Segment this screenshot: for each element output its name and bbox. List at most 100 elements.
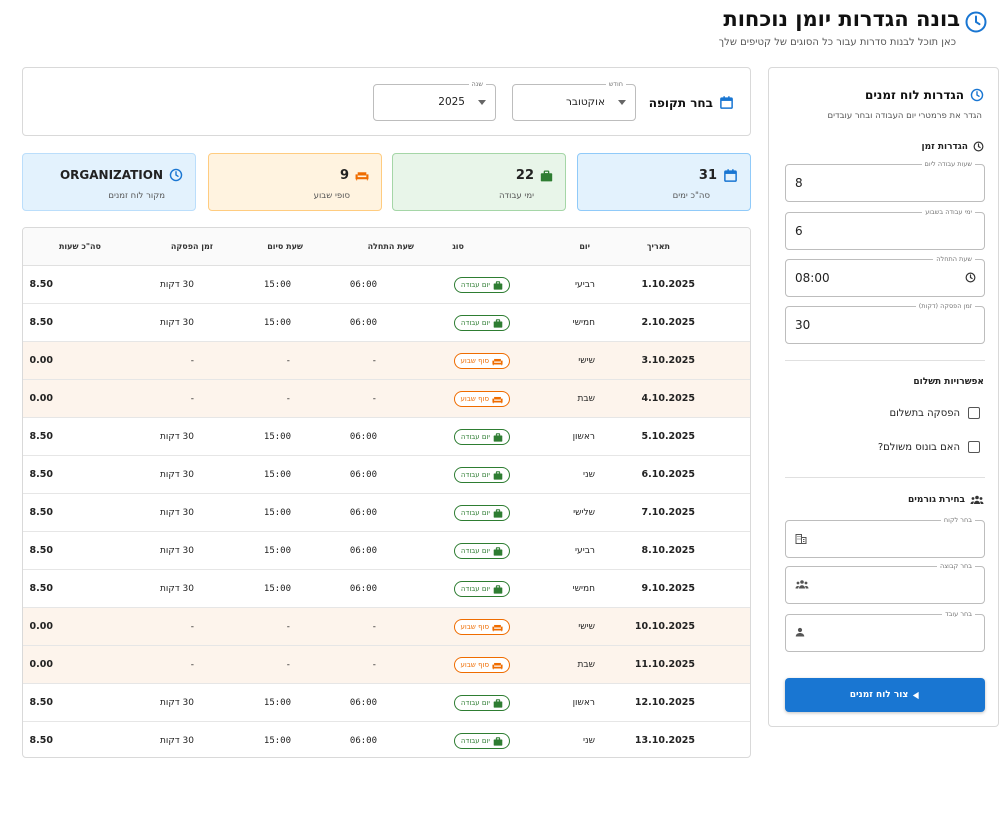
row-date: 13.10.2025 <box>634 735 695 746</box>
create-schedule-button[interactable]: צור לוח זמנים <box>785 678 985 712</box>
row-total-hours: 8.50 <box>29 317 53 328</box>
group-select[interactable]: בחר קבוצה <box>785 562 985 604</box>
day-type-chip: יום עבודה <box>453 429 510 445</box>
row-date: 7.10.2025 <box>641 507 696 518</box>
row-break: 30 דקות <box>160 280 194 290</box>
day-type-label: יום עבודה <box>460 737 490 745</box>
row-start-time: 06:00 <box>349 584 377 594</box>
schedule-source-label: מקור לוח זמנים <box>108 191 165 201</box>
month-value[interactable]: אוקטובר <box>566 96 605 108</box>
paid-break-checkbox-row[interactable]: הפסקה בתשלום <box>889 407 980 419</box>
business-icon <box>795 533 807 544</box>
row-break: 30 דקות <box>160 318 194 328</box>
row-total-hours: 0.00 <box>29 621 53 632</box>
table-row: 2.10.2025 חמישי יום עבודה 06:00 15:00 30 דקות… <box>23 304 750 342</box>
field-label: זמן הפסקה (דקות) <box>915 302 975 311</box>
briefcase-icon <box>493 546 503 556</box>
work-days-field[interactable]: ימי עבודה בשבוע 6 <box>785 208 985 250</box>
row-total-hours: 8.50 <box>29 697 53 708</box>
row-start-time: 06:00 <box>349 546 377 556</box>
row-break: - <box>190 622 194 632</box>
field-value[interactable]: 6 <box>795 224 803 238</box>
weekends-label: סופי שבוע <box>313 191 350 201</box>
row-start-time: 06:00 <box>349 736 377 746</box>
checkbox-label[interactable]: הפסקה בתשלום <box>889 408 960 419</box>
row-total-hours: 0.00 <box>29 659 53 670</box>
field-label: בחר קבוצה <box>937 562 975 571</box>
row-break: - <box>190 394 194 404</box>
field-value[interactable]: 08:00 <box>795 271 830 285</box>
bonus-paid-checkbox[interactable] <box>968 441 980 453</box>
bonus-paid-checkbox-row[interactable]: האם בונוס משולם? <box>878 441 980 453</box>
row-total-hours: 8.50 <box>29 545 53 556</box>
row-day: שלישי <box>573 508 595 518</box>
settings-subtitle: הגדר את פרמטרי יום העבודה ובחר עובדים <box>827 111 982 121</box>
row-day: שבת <box>577 660 596 670</box>
row-day: ראשון <box>572 698 595 708</box>
day-type-chip: יום עבודה <box>453 505 510 521</box>
month-select[interactable]: חודש אוקטובר <box>512 80 636 121</box>
weekends-card: 9 סופי שבוע <box>208 153 382 211</box>
row-end-time: 15:00 <box>263 584 291 594</box>
row-break: - <box>190 356 194 366</box>
page-subtitle: כאן תוכל לבנות סדרות עבור כל הסוגים של ק… <box>718 37 956 48</box>
table-row: 1.10.2025 רביעי יום עבודה 06:00 15:00 30 דקות… <box>23 266 750 304</box>
employee-select[interactable]: בחר עובד <box>785 610 985 652</box>
field-label: ימי עבודה בשבוע <box>922 208 975 217</box>
table-row: 13.10.2025 שני יום עבודה 06:00 15:00 30 דקות 8… <box>23 722 750 757</box>
day-type-chip: סוף שבוע <box>453 657 510 673</box>
dropdown-arrow-icon[interactable] <box>618 100 626 105</box>
row-start-time: - <box>371 622 377 632</box>
field-label: בחר עובד <box>942 610 975 619</box>
row-day: שני <box>583 736 595 746</box>
work-days-label: ימי עבודה <box>498 191 534 201</box>
schedule-source-value: ORGANIZATION <box>59 168 163 182</box>
row-date: 8.10.2025 <box>641 545 696 556</box>
settings-panel: הגדרות לוח זמנים הגדר את פרמטרי יום העבו… <box>768 67 999 727</box>
header-date: תאריך <box>646 242 670 251</box>
client-select[interactable]: בחר לקוח <box>785 516 985 558</box>
header-end: שעת סיום <box>267 242 303 251</box>
row-end-time: 15:00 <box>263 470 291 480</box>
row-day: שני <box>583 470 595 480</box>
divider <box>785 360 985 361</box>
year-select[interactable]: שנה 2025 <box>373 80 496 121</box>
clock-icon <box>964 10 988 34</box>
row-end-time: 15:00 <box>263 318 291 328</box>
dropdown-arrow-icon[interactable] <box>478 100 486 105</box>
row-total-hours: 8.50 <box>29 279 53 290</box>
row-date: 5.10.2025 <box>641 431 696 442</box>
attendance-table: תאריך יום סוג שעת התחלה שעת סיום זמן הפס… <box>22 227 751 758</box>
work-hours-field[interactable]: שעות עבודה ליום 8 <box>785 160 985 202</box>
day-type-chip: יום עבודה <box>453 733 510 749</box>
header-total: סה"כ שעות <box>58 242 101 251</box>
page-header: בונה הגדרות יומן נוכחות כאן תוכל לבנות ס… <box>588 4 988 48</box>
day-type-chip: יום עבודה <box>453 315 510 331</box>
work-days-value: 22 <box>515 168 534 183</box>
clock-icon[interactable] <box>965 272 976 283</box>
row-start-time: - <box>371 356 377 366</box>
paid-break-checkbox[interactable] <box>968 407 980 419</box>
sofa-icon <box>355 170 369 181</box>
row-total-hours: 0.00 <box>29 393 53 404</box>
briefcase-icon <box>493 584 503 594</box>
table-row: 4.10.2025 שבת סוף שבוע - - - 0.00 <box>23 380 750 418</box>
field-label: בחר לקוח <box>940 516 975 525</box>
create-schedule-label: צור לוח זמנים <box>849 690 909 700</box>
sofa-icon <box>492 661 503 670</box>
briefcase-icon <box>493 470 503 480</box>
field-value[interactable]: 8 <box>795 176 803 190</box>
row-day: רביעי <box>575 280 595 290</box>
field-value[interactable]: 30 <box>795 318 810 332</box>
day-type-label: יום עבודה <box>460 471 490 479</box>
row-total-hours: 8.50 <box>29 469 53 480</box>
checkbox-label[interactable]: האם בונוס משולם? <box>878 442 960 453</box>
sofa-icon <box>492 357 503 366</box>
break-minutes-field[interactable]: זמן הפסקה (דקות) 30 <box>785 302 985 344</box>
day-type-chip: סוף שבוע <box>453 619 510 635</box>
month-select-label: חודש <box>605 80 626 89</box>
day-type-chip: יום עבודה <box>453 581 510 597</box>
start-time-field[interactable]: שעת התחלה 08:00 <box>785 255 985 297</box>
table-row: 3.10.2025 שישי סוף שבוע - - - 0.00 <box>23 342 750 380</box>
year-value[interactable]: 2025 <box>438 96 465 108</box>
